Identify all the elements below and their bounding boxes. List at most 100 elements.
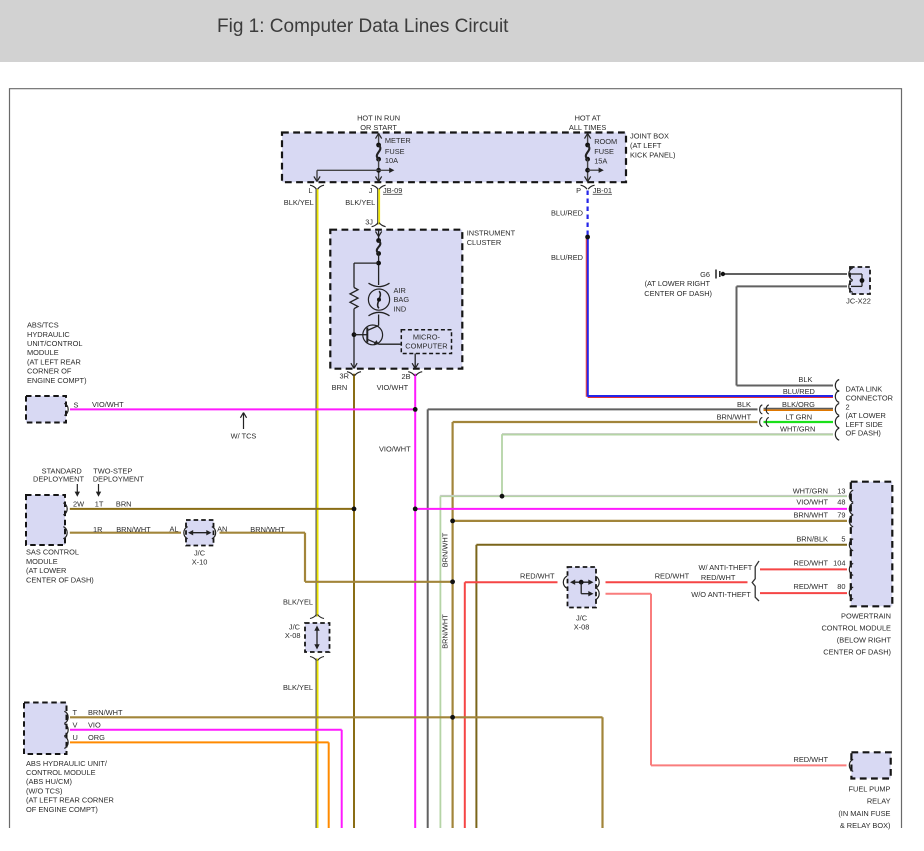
svg-text:48: 48 xyxy=(837,497,845,506)
svg-text:MICRO-: MICRO- xyxy=(413,333,441,342)
svg-text:POWERTRAIN: POWERTRAIN xyxy=(841,611,891,620)
svg-text:& RELAY BOX): & RELAY BOX) xyxy=(840,821,891,830)
svg-text:FUSE: FUSE xyxy=(385,147,405,156)
svg-text:DEPLOYMENT: DEPLOYMENT xyxy=(93,474,144,483)
svg-text:10A: 10A xyxy=(385,156,398,165)
svg-text:2: 2 xyxy=(846,402,850,411)
svg-text:ORG: ORG xyxy=(88,733,105,742)
svg-text:BLK: BLK xyxy=(798,375,812,384)
svg-text:AN: AN xyxy=(217,525,227,534)
svg-text:1T: 1T xyxy=(95,500,104,509)
svg-text:Fig 1: Computer Data Lines Cir: Fig 1: Computer Data Lines Circuit xyxy=(217,16,509,37)
svg-text:OF DASH): OF DASH) xyxy=(846,429,881,438)
svg-text:RED/WHT: RED/WHT xyxy=(794,558,829,567)
svg-text:AIR: AIR xyxy=(394,286,406,295)
svg-text:BRN/WHT: BRN/WHT xyxy=(717,412,752,421)
svg-text:BLK/YEL: BLK/YEL xyxy=(345,198,375,207)
svg-text:VIO/WHT: VIO/WHT xyxy=(379,445,411,454)
svg-text:LEFT SIDE: LEFT SIDE xyxy=(846,420,883,429)
svg-text:L: L xyxy=(308,186,312,195)
svg-text:(AT LEFT: (AT LEFT xyxy=(630,141,662,150)
svg-text:X-10: X-10 xyxy=(192,558,208,567)
svg-text:ENGINE COMPT): ENGINE COMPT) xyxy=(27,376,87,385)
svg-text:SAS CONTROL: SAS CONTROL xyxy=(26,547,79,556)
svg-text:JOINT BOX: JOINT BOX xyxy=(630,132,669,141)
svg-text:WHT/GRN: WHT/GRN xyxy=(780,424,815,433)
svg-text:CLUSTER: CLUSTER xyxy=(467,238,502,247)
svg-text:WHT/GRN: WHT/GRN xyxy=(793,486,828,495)
svg-text:VIO/WHT: VIO/WHT xyxy=(377,383,409,392)
svg-text:VIO/WHT: VIO/WHT xyxy=(796,497,828,506)
svg-text:RELAY: RELAY xyxy=(867,797,891,806)
svg-text:3R: 3R xyxy=(340,372,349,381)
svg-text:COMPUTER: COMPUTER xyxy=(405,341,447,350)
svg-text:VIO/WHT: VIO/WHT xyxy=(92,400,124,409)
svg-text:(W/O TCS): (W/O TCS) xyxy=(26,786,62,795)
svg-text:ABS HYDRAULIC UNIT/: ABS HYDRAULIC UNIT/ xyxy=(26,759,108,768)
svg-text:RED/WHT: RED/WHT xyxy=(794,582,829,591)
svg-text:BRN/WHT: BRN/WHT xyxy=(441,614,450,649)
svg-text:(AT LEFT REAR CORNER: (AT LEFT REAR CORNER xyxy=(26,796,114,805)
svg-text:CONTROL MODULE: CONTROL MODULE xyxy=(821,623,891,632)
svg-text:BRN/WHT: BRN/WHT xyxy=(441,532,450,567)
svg-text:15A: 15A xyxy=(594,157,607,166)
svg-text:METER: METER xyxy=(385,136,411,145)
svg-text:BRN/WHT: BRN/WHT xyxy=(88,708,123,717)
svg-text:W/O ANTI-THEFT: W/O ANTI-THEFT xyxy=(691,590,751,599)
svg-text:BLK/YEL: BLK/YEL xyxy=(284,198,314,207)
svg-text:LT GRN: LT GRN xyxy=(786,412,812,421)
svg-text:BLU/RED: BLU/RED xyxy=(551,253,583,262)
svg-text:HYDRAULIC: HYDRAULIC xyxy=(27,330,70,339)
svg-text:J/C: J/C xyxy=(194,548,206,557)
svg-text:JC-X22: JC-X22 xyxy=(846,297,871,306)
svg-text:(BELOW RIGHT: (BELOW RIGHT xyxy=(837,636,892,645)
svg-text:U: U xyxy=(73,733,78,742)
svg-text:RED/WHT: RED/WHT xyxy=(701,573,736,582)
svg-text:X-08: X-08 xyxy=(574,622,590,631)
svg-text:BRN/WHT: BRN/WHT xyxy=(116,525,151,534)
svg-text:(AT LOWER: (AT LOWER xyxy=(26,566,66,575)
svg-text:RED/WHT: RED/WHT xyxy=(520,571,555,580)
svg-text:FUSE: FUSE xyxy=(594,147,614,156)
svg-text:P: P xyxy=(576,186,581,195)
svg-text:(AT LOWER RIGHT: (AT LOWER RIGHT xyxy=(645,279,711,288)
svg-text:J/C: J/C xyxy=(576,613,588,622)
svg-text:RED/WHT: RED/WHT xyxy=(655,571,690,580)
svg-text:CENTER OF DASH): CENTER OF DASH) xyxy=(26,576,94,585)
svg-text:JB-01: JB-01 xyxy=(593,186,612,195)
svg-text:CORNER OF: CORNER OF xyxy=(27,367,72,376)
svg-text:DATA LINK: DATA LINK xyxy=(846,385,883,394)
svg-text:OR START: OR START xyxy=(360,123,397,132)
svg-text:BLK/ORG: BLK/ORG xyxy=(782,400,815,409)
svg-text:KICK PANEL): KICK PANEL) xyxy=(630,150,675,159)
svg-text:BRN/BLK: BRN/BLK xyxy=(796,534,828,543)
svg-text:BLK: BLK xyxy=(737,400,751,409)
svg-text:(AT LEFT REAR: (AT LEFT REAR xyxy=(27,357,81,366)
svg-text:UNIT/CONTROL: UNIT/CONTROL xyxy=(27,339,82,348)
svg-text:104: 104 xyxy=(833,558,845,567)
svg-text:VIO: VIO xyxy=(88,720,101,729)
svg-text:INSTRUMENT: INSTRUMENT xyxy=(467,229,516,238)
svg-text:JB-09: JB-09 xyxy=(383,186,402,195)
svg-text:BLU/RED: BLU/RED xyxy=(551,209,583,218)
svg-text:3J: 3J xyxy=(365,217,373,226)
svg-text:W/ TCS: W/ TCS xyxy=(231,431,257,440)
svg-text:AL: AL xyxy=(169,525,178,534)
svg-text:V: V xyxy=(73,720,78,729)
svg-text:CENTER OF DASH): CENTER OF DASH) xyxy=(823,648,891,657)
svg-text:80: 80 xyxy=(837,582,845,591)
svg-text:S: S xyxy=(74,400,79,409)
svg-text:ROOM: ROOM xyxy=(594,137,617,146)
svg-text:ALL TIMES: ALL TIMES xyxy=(569,123,606,132)
svg-text:1R: 1R xyxy=(93,525,102,534)
svg-text:BAG: BAG xyxy=(394,295,410,304)
svg-text:W/ ANTI-THEFT: W/ ANTI-THEFT xyxy=(699,563,753,572)
svg-text:BRN/WHT: BRN/WHT xyxy=(250,525,285,534)
svg-text:MODULE: MODULE xyxy=(26,557,58,566)
svg-text:RED/WHT: RED/WHT xyxy=(794,755,829,764)
svg-text:2W: 2W xyxy=(73,500,84,509)
svg-text:T: T xyxy=(73,708,78,717)
svg-text:(AT LOWER: (AT LOWER xyxy=(846,411,886,420)
svg-text:OF ENGINE COMPT): OF ENGINE COMPT) xyxy=(26,805,98,814)
svg-text:CONTROL MODULE: CONTROL MODULE xyxy=(26,768,96,777)
